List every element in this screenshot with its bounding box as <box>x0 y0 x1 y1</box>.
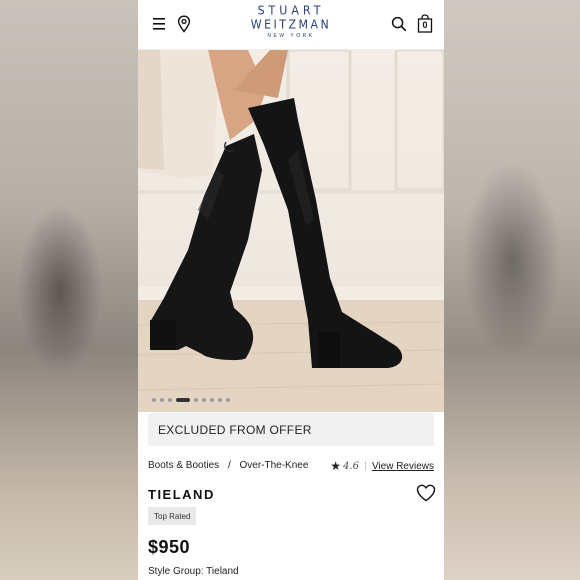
top-navigation-bar: STUART WEITZMAN NEW YORK 0 <box>138 0 444 88</box>
offer-banner: EXCLUDED FROM OFFER <box>148 413 434 446</box>
brand-logo[interactable]: STUART WEITZMAN NEW YORK <box>238 3 344 39</box>
menu-icon[interactable] <box>152 16 168 32</box>
carousel-dot[interactable] <box>210 398 214 402</box>
product-page: STUART WEITZMAN NEW YORK 0 EXCLUDED FROM… <box>138 0 444 580</box>
carousel-dot[interactable] <box>194 398 198 402</box>
star-icon: ★ <box>330 459 342 473</box>
style-group-label: Style Group: Tieland <box>148 566 239 577</box>
breadcrumb-link-boots[interactable]: Boots & Booties <box>148 460 219 471</box>
offer-banner-label: EXCLUDED FROM OFFER <box>158 422 312 437</box>
top-rated-badge: Top Rated <box>148 507 197 525</box>
carousel-dot[interactable] <box>152 398 156 402</box>
cart-count: 0 <box>422 20 428 30</box>
background-blur-right <box>442 0 580 580</box>
brand-logo-line-1: STUART <box>257 3 325 18</box>
carousel-dot[interactable] <box>168 398 172 402</box>
top-rated-badge-label: Top Rated <box>154 511 191 521</box>
breadcrumb-link-over-the-knee[interactable]: Over-The-Knee <box>240 460 309 471</box>
search-icon[interactable] <box>390 15 408 33</box>
breadcrumb-separator: / <box>227 460 231 471</box>
product-image[interactable] <box>138 50 444 412</box>
rating-divider <box>364 461 366 471</box>
brand-logo-line-2: WEITZMAN <box>250 17 332 32</box>
shopping-bag-icon[interactable]: 0 <box>416 14 434 34</box>
breadcrumb: Boots & Booties / Over-The-Knee <box>148 460 308 471</box>
background-blur-left <box>0 0 138 580</box>
location-pin-icon[interactable] <box>176 15 192 33</box>
wishlist-heart-icon[interactable] <box>416 484 436 502</box>
view-reviews-link[interactable]: View Reviews <box>372 461 434 472</box>
product-price: $950 <box>148 537 191 557</box>
brand-logo-line-3: NEW YORK <box>267 33 315 39</box>
carousel-dot[interactable] <box>218 398 222 402</box>
carousel-dot[interactable] <box>202 398 206 402</box>
carousel-dot[interactable] <box>160 398 164 402</box>
carousel-dot-active[interactable] <box>176 398 190 402</box>
rating-summary: ★ 4.6 View Reviews <box>330 459 434 473</box>
rating-value: 4.6 <box>343 460 359 472</box>
image-carousel-indicators[interactable] <box>152 398 230 402</box>
product-title: TIELAND <box>148 487 215 502</box>
carousel-dot[interactable] <box>226 398 230 402</box>
